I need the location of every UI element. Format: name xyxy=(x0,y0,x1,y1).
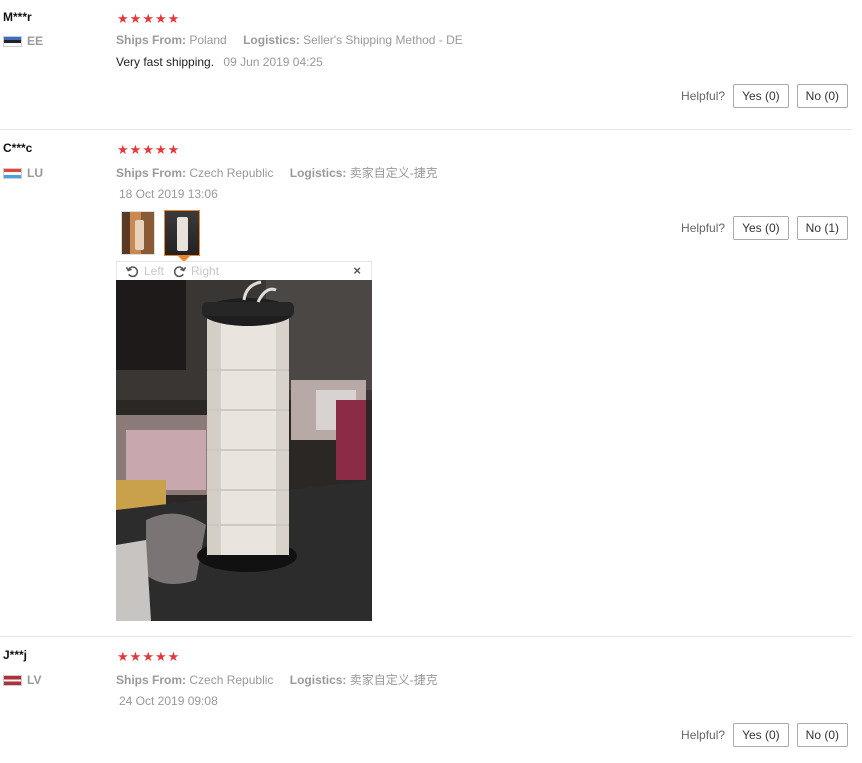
reviewer-country: LU xyxy=(3,166,43,180)
star-icon: ★ xyxy=(154,12,167,27)
photo-viewer: Left Right × xyxy=(116,261,372,621)
star-icon: ★ xyxy=(129,650,142,665)
review-divider xyxy=(0,636,852,637)
helpful-yes-button[interactable]: Yes (0) xyxy=(733,84,789,108)
flag-lv-icon xyxy=(3,674,22,686)
reviewer-name: M***r xyxy=(3,10,32,24)
review-photo xyxy=(116,280,372,621)
review-date: 24 Oct 2019 09:08 xyxy=(119,694,218,708)
ships-from-label: Ships From: xyxy=(116,673,187,687)
ships-from-value: Poland xyxy=(189,33,227,47)
rotate-right-icon xyxy=(173,265,187,277)
logistics-label: Logistics: xyxy=(289,673,347,687)
logistics-value: Seller's Shipping Method - DE xyxy=(303,33,463,47)
logistics-value: 卖家自定义-捷克 xyxy=(349,673,438,687)
star-icon: ★ xyxy=(117,143,129,158)
star-icon: ★ xyxy=(117,12,129,27)
logistics-label: Logistics: xyxy=(289,166,347,180)
review-date: 09 Jun 2019 04:25 xyxy=(223,55,323,69)
star-icon: ★ xyxy=(154,650,167,665)
country-code: LU xyxy=(27,166,43,180)
helpful-no-button[interactable]: No (0) xyxy=(796,84,848,108)
ships-from-label: Ships From: xyxy=(116,33,187,47)
rotate-left-button[interactable]: Left xyxy=(125,264,164,279)
star-icon: ★ xyxy=(142,12,154,27)
ships-from-value: Czech Republic xyxy=(189,673,274,687)
star-icon: ★ xyxy=(142,650,154,665)
helpful-vote: Helpful? Yes (0) No (1) xyxy=(681,216,848,240)
helpful-vote: Helpful? Yes (0) No (0) xyxy=(681,723,848,747)
star-rating: ★ ★ ★ ★ ★ xyxy=(117,651,179,664)
review-photo-image xyxy=(116,280,372,621)
shipping-info: Ships From: Poland Logistics: Seller's S… xyxy=(116,33,476,47)
review-photo-thumbnail-selected[interactable] xyxy=(164,210,200,256)
helpful-label: Helpful? xyxy=(681,728,726,742)
reviewer-country: LV xyxy=(3,673,41,687)
helpful-label: Helpful? xyxy=(681,89,726,103)
ships-from-label: Ships From: xyxy=(116,166,187,180)
star-icon: ★ xyxy=(117,650,129,665)
close-icon[interactable]: × xyxy=(353,263,361,278)
rotate-left-label: Left xyxy=(144,264,165,278)
review-text: Very fast shipping. xyxy=(116,55,215,69)
star-rating: ★ ★ ★ ★ ★ xyxy=(117,13,179,26)
helpful-yes-button[interactable]: Yes (0) xyxy=(733,723,789,747)
ships-from-value: Czech Republic xyxy=(189,166,274,180)
reviewer-name: J***j xyxy=(3,648,28,662)
star-icon: ★ xyxy=(129,12,142,27)
rotate-left-icon xyxy=(125,265,139,277)
helpful-label: Helpful? xyxy=(681,221,726,235)
star-icon: ★ xyxy=(167,650,180,665)
flag-ee-icon xyxy=(3,35,22,47)
rotate-right-label: Right xyxy=(191,264,220,278)
shipping-info: Ships From: Czech Republic Logistics: 卖家… xyxy=(116,164,451,181)
review-date: 18 Oct 2019 13:06 xyxy=(119,187,218,201)
country-code: EE xyxy=(27,34,44,48)
helpful-vote: Helpful? Yes (0) No (0) xyxy=(681,84,848,108)
shipping-info: Ships From: Czech Republic Logistics: 卖家… xyxy=(116,671,451,688)
review-photo-thumbnails xyxy=(121,210,200,256)
star-icon: ★ xyxy=(129,143,142,158)
flag-lu-icon xyxy=(3,167,22,179)
helpful-no-button[interactable]: No (0) xyxy=(796,723,848,747)
star-icon: ★ xyxy=(142,143,154,158)
star-icon: ★ xyxy=(167,143,180,158)
star-icon: ★ xyxy=(167,12,180,27)
rotate-right-button[interactable]: Right xyxy=(172,264,219,279)
star-rating: ★ ★ ★ ★ ★ xyxy=(117,144,179,157)
helpful-yes-button[interactable]: Yes (0) xyxy=(733,216,789,240)
review-content: Very fast shipping. 09 Jun 2019 04:25 xyxy=(116,55,323,69)
helpful-no-button[interactable]: No (1) xyxy=(796,216,848,240)
photo-viewer-toolbar: Left Right × xyxy=(116,261,372,280)
logistics-value: 卖家自定义-捷克 xyxy=(349,166,438,180)
review-divider xyxy=(0,129,852,130)
reviewer-name: C***c xyxy=(3,141,33,155)
logistics-label: Logistics: xyxy=(243,33,300,47)
country-code: LV xyxy=(27,673,42,687)
reviewer-country: EE xyxy=(3,34,43,48)
review-photo-thumbnail[interactable] xyxy=(121,211,155,255)
star-icon: ★ xyxy=(154,143,167,158)
